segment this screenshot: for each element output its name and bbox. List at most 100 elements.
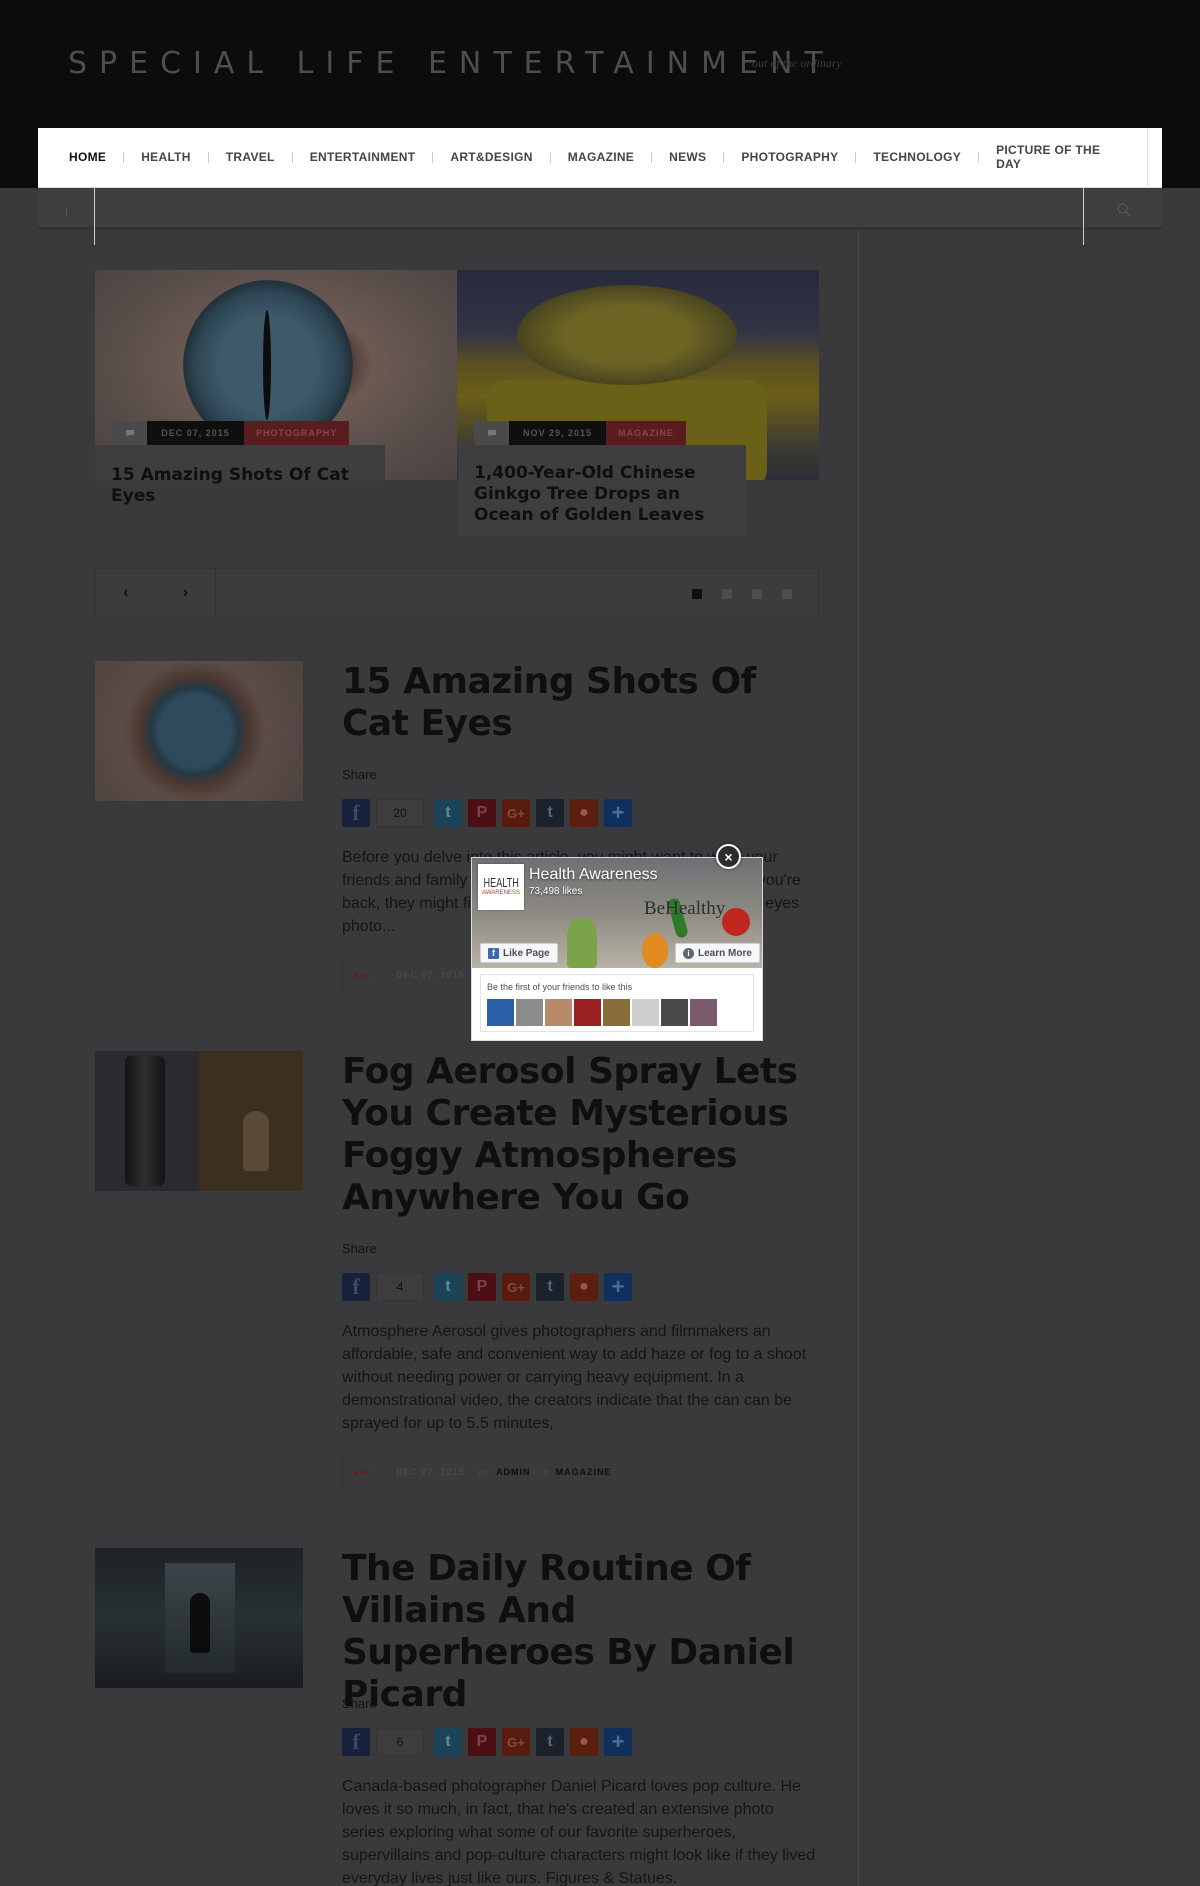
reddit-icon[interactable]: ●	[570, 1273, 598, 1301]
slide-meta: DEC 07, 2015 PHOTOGRAPHY	[112, 421, 350, 445]
slider-dot[interactable]	[782, 589, 792, 599]
friend-avatar[interactable]	[690, 999, 717, 1026]
slider-dot[interactable]	[722, 589, 732, 599]
add-more-icon[interactable]: +	[604, 799, 632, 827]
facebook-icon[interactable]: f	[342, 1728, 370, 1756]
slide-category[interactable]: MAGAZINE	[606, 421, 686, 445]
friend-avatar[interactable]	[487, 999, 514, 1026]
nav-item-technology[interactable]: TECHNOLOGY	[873, 150, 996, 164]
reddit-icon[interactable]: ●	[570, 1728, 598, 1756]
friend-avatar[interactable]	[632, 999, 659, 1026]
learn-more-label: Learn More	[698, 947, 752, 959]
nav-item-entertainment[interactable]: ENTERTAINMENT	[310, 150, 451, 164]
vegetable	[567, 918, 597, 968]
search-icon[interactable]	[1116, 202, 1132, 218]
close-icon[interactable]: ×	[716, 844, 741, 869]
divider	[94, 188, 95, 245]
prev-arrow-icon[interactable]: ‹	[123, 584, 128, 602]
post-title[interactable]: Fog Aerosol Spray Lets You Create Myster…	[342, 1051, 822, 1219]
nav-item-home[interactable]: HOME	[69, 150, 141, 164]
share-row: f 20 t P G+ t ● +	[342, 798, 638, 828]
tumblr-icon[interactable]: t	[536, 1728, 564, 1756]
post-excerpt: Atmosphere Aerosol gives photographers a…	[342, 1323, 807, 1432]
post-title[interactable]: 15 Amazing Shots Of Cat Eyes	[342, 661, 822, 745]
twitter-icon[interactable]: t	[434, 1273, 462, 1301]
like-page-button[interactable]: f Like Page	[480, 943, 558, 963]
figure-in-fog	[243, 1111, 269, 1171]
ginkgo-tree	[517, 285, 737, 385]
info-icon: i	[683, 947, 694, 959]
share-count: 20	[376, 799, 424, 827]
cat-eye-pupil	[263, 310, 271, 420]
nav-item-magazine[interactable]: MAGAZINE	[568, 150, 669, 164]
add-more-icon[interactable]: +	[604, 1273, 632, 1301]
next-arrow-icon[interactable]: ›	[183, 584, 188, 602]
add-more-icon[interactable]: +	[604, 1728, 632, 1756]
nav-item-art-design[interactable]: ART&DESIGN	[450, 150, 567, 164]
in-label: in	[540, 1467, 550, 1477]
share-label: Share	[342, 767, 377, 782]
friend-avatar[interactable]	[516, 999, 543, 1026]
avatar-line1: HEALTH	[483, 875, 519, 890]
tumblr-icon[interactable]: t	[536, 799, 564, 827]
menu-toggle[interactable]	[66, 208, 67, 216]
friend-avatar[interactable]	[661, 999, 688, 1026]
post-author[interactable]: ADMIN	[496, 1467, 531, 1477]
slide-date: NOV 29, 2015	[509, 421, 606, 445]
share-count: 6	[376, 1728, 424, 1756]
read-more-button[interactable]: •••	[342, 1452, 382, 1492]
post-thumbnail[interactable]	[95, 661, 303, 801]
nav-item-health[interactable]: HEALTH	[141, 150, 226, 164]
tumblr-icon[interactable]: t	[536, 1273, 564, 1301]
page-avatar[interactable]: HEALTH AWARENESS	[478, 864, 524, 910]
share-row: f 4 t P G+ t ● +	[342, 1272, 638, 1302]
comment-icon[interactable]	[474, 421, 509, 445]
slide-title-text[interactable]: 1,400-Year-Old Chinese Ginkgo Tree Drops…	[474, 463, 704, 525]
friend-faces	[487, 999, 717, 1026]
facebook-icon[interactable]: f	[342, 799, 370, 827]
pinterest-icon[interactable]: P	[468, 1728, 496, 1756]
page-likes: 73,498 likes	[529, 886, 583, 897]
brand-text: BeHealthy	[644, 898, 726, 919]
learn-more-button[interactable]: i Learn More	[675, 943, 760, 963]
facebook-icon[interactable]: f	[342, 1273, 370, 1301]
sub-bar	[38, 188, 1162, 245]
nav-item-news[interactable]: NEWS	[669, 150, 741, 164]
comment-icon[interactable]	[112, 421, 147, 445]
post-meta: ••• DEC 07, 2015 by ADMIN in MAGAZINE	[342, 1452, 622, 1492]
nav-item-travel[interactable]: TRAVEL	[226, 150, 310, 164]
pinterest-icon[interactable]: P	[468, 799, 496, 827]
slide-date: DEC 07, 2015	[147, 421, 244, 445]
slide-title-text[interactable]: 15 Amazing Shots Of Cat Eyes	[111, 465, 349, 506]
pinterest-icon[interactable]: P	[468, 1273, 496, 1301]
google-plus-icon[interactable]: G+	[502, 799, 530, 827]
aerosol-can	[125, 1056, 165, 1186]
slide-title[interactable]: 15 Amazing Shots Of Cat Eyes	[95, 445, 385, 506]
post-title[interactable]: The Daily Routine Of Villains And Superh…	[342, 1548, 822, 1716]
slide-title[interactable]: 1,400-Year-Old Chinese Ginkgo Tree Drops…	[458, 445, 746, 535]
slider-dot[interactable]	[752, 589, 762, 599]
slide-category[interactable]: PHOTOGRAPHY	[244, 421, 350, 445]
share-label: Share	[342, 1241, 377, 1256]
google-plus-icon[interactable]: G+	[502, 1273, 530, 1301]
nav-item-picture-of-the-day[interactable]: PICTURE OF THE DAY	[996, 143, 1162, 171]
post-thumbnail[interactable]	[95, 1548, 303, 1688]
friends-text: Be the first of your friends to like thi…	[487, 982, 633, 992]
page-cover-image[interactable]: HEALTH AWARENESS Health Awareness 73,498…	[472, 858, 762, 968]
vegetable	[722, 908, 750, 936]
page-name[interactable]: Health Awareness	[529, 866, 658, 884]
nav-item-photography[interactable]: PHOTOGRAPHY	[741, 150, 873, 164]
slider-dot[interactable]	[692, 589, 702, 599]
post-thumbnail[interactable]	[95, 1051, 303, 1191]
friend-avatar[interactable]	[545, 999, 572, 1026]
friend-avatar[interactable]	[574, 999, 601, 1026]
read-more-button[interactable]: •••	[342, 955, 382, 995]
site-title[interactable]: SPECIAL LIFE ENTERTAINMENT	[68, 46, 835, 81]
main-nav: HOME HEALTH TRAVEL ENTERTAINMENT ART&DES…	[38, 128, 1162, 188]
post-category[interactable]: MAGAZINE	[556, 1467, 612, 1477]
friend-avatar[interactable]	[603, 999, 630, 1026]
twitter-icon[interactable]: t	[434, 1728, 462, 1756]
google-plus-icon[interactable]: G+	[502, 1728, 530, 1756]
reddit-icon[interactable]: ●	[570, 799, 598, 827]
twitter-icon[interactable]: t	[434, 799, 462, 827]
